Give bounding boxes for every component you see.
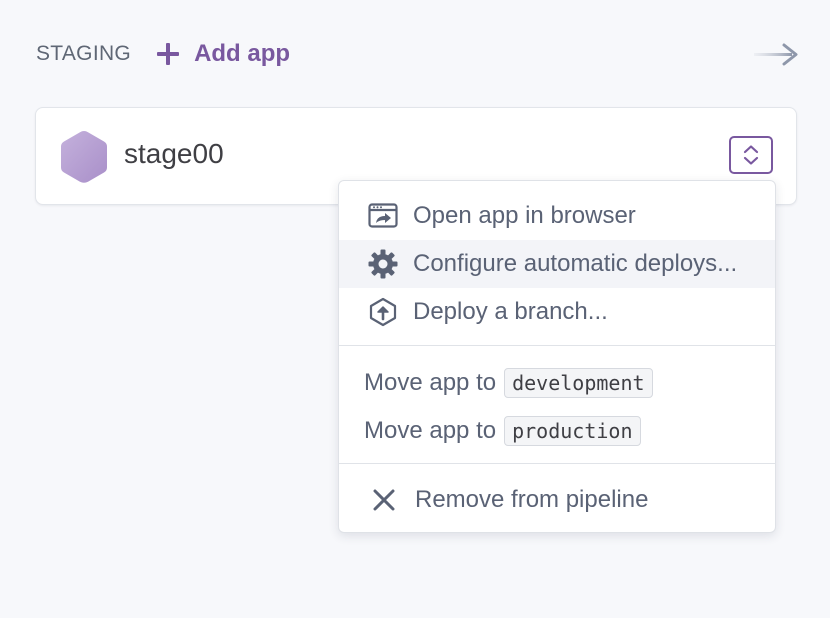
menu-item-configure-deploys[interactable]: Configure automatic deploys... [339,240,775,288]
stage-header: STAGING Add app [36,36,800,72]
stage-code-tag: development [504,368,653,398]
app-menu-toggle-button[interactable] [729,136,773,174]
remove-from-pipeline-item[interactable]: Remove from pipeline [339,476,775,524]
deploy-upload-icon [367,296,399,328]
move-prefix-label: Move app to [364,417,497,444]
plus-icon [157,43,180,65]
chevron-up-down-icon [743,145,759,165]
stage-title: STAGING [36,42,132,65]
browser-open-icon [367,200,399,232]
stage-code-tag: production [504,416,641,446]
app-hexagon-icon [61,131,107,183]
arrow-right-icon[interactable] [752,42,800,68]
gear-icon [367,248,399,280]
menu-item-label: Deploy a branch... [413,298,608,325]
menu-divider [339,463,775,464]
menu-item-label: Configure automatic deploys... [413,250,738,277]
menu-item-label: Open app in browser [413,202,636,229]
menu-item-deploy-branch[interactable]: Deploy a branch... [339,288,775,336]
menu-item-open-app[interactable]: Open app in browser [339,192,775,240]
move-prefix-label: Move app to [364,369,497,396]
app-name[interactable]: stage00 [124,138,224,170]
add-app-label: Add app [194,40,291,67]
menu-divider [339,345,775,346]
remove-label: Remove from pipeline [415,486,649,513]
move-to-development[interactable]: Move app to development [339,359,775,407]
app-actions-dropdown: Open app in browser Configure automatic [338,180,776,533]
move-to-production[interactable]: Move app to production [339,407,775,455]
add-app-button[interactable]: Add app [157,40,290,68]
close-icon [369,485,399,515]
